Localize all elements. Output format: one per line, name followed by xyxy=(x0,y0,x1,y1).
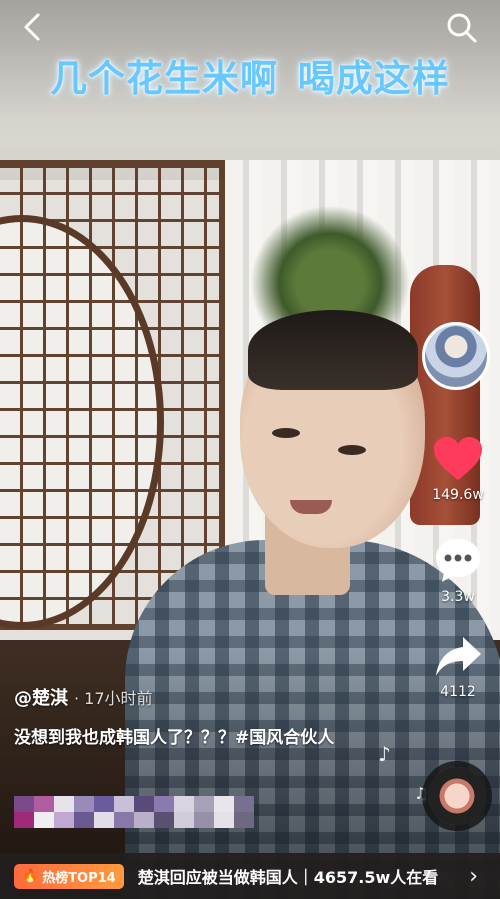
back-icon xyxy=(24,13,40,41)
comment-icon xyxy=(436,539,480,582)
search-button[interactable] xyxy=(444,10,480,46)
video-caption-title: 几个花生米啊 喝成这样 xyxy=(50,57,450,100)
person-eye-right xyxy=(338,445,366,455)
hot-list-bar[interactable]: 🔥 热榜TOP14 楚淇回应被当做韩国人｜4657.5w人在看 › xyxy=(0,853,500,899)
share-button[interactable]: 4112 xyxy=(420,634,496,700)
author-line[interactable]: @楚淇 · 17小时前 xyxy=(14,684,153,710)
post-time: · 17小时前 xyxy=(74,689,153,708)
comment-button[interactable]: 3.3w xyxy=(420,535,496,605)
fire-icon: 🔥 xyxy=(22,868,39,884)
video-description[interactable]: 没想到我也成韩国人了？？？#国风合伙人 xyxy=(14,722,364,754)
search-icon xyxy=(447,13,477,43)
hot-badge-label: 热榜TOP14 xyxy=(42,870,116,886)
music-disc[interactable] xyxy=(428,767,486,825)
music-note-icon: ♪ xyxy=(378,742,391,766)
censored-mosaic xyxy=(14,796,254,828)
like-count: 149.6w xyxy=(432,487,484,503)
person-eye-left xyxy=(272,428,300,438)
hot-topic-text: 楚淇回应被当做韩国人｜4657.5w人在看 xyxy=(137,868,439,887)
person-hair xyxy=(248,310,418,390)
like-button[interactable]: 149.6w xyxy=(420,435,496,503)
author-name[interactable]: @楚淇 xyxy=(14,688,68,709)
share-count: 4112 xyxy=(440,684,476,700)
heart-icon xyxy=(434,437,482,480)
share-icon xyxy=(436,637,481,676)
chevron-right-icon: › xyxy=(469,863,478,889)
back-button[interactable] xyxy=(18,10,52,44)
comment-count: 3.3w xyxy=(441,589,475,605)
author-avatar[interactable] xyxy=(422,322,490,390)
music-note-icon: ♫ xyxy=(414,784,429,803)
hot-badge: 🔥 热榜TOP14 xyxy=(14,863,124,889)
